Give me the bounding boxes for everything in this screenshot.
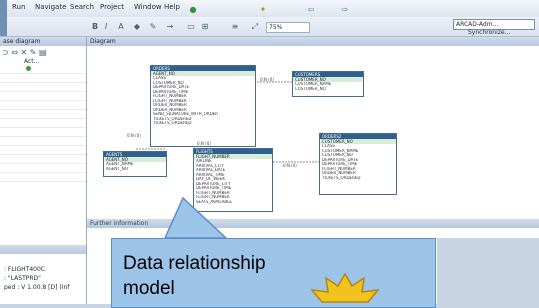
background-strip bbox=[437, 238, 539, 304]
callout-line: model bbox=[123, 278, 175, 299]
starburst-icon bbox=[310, 272, 380, 303]
callout-text: Data relationship model bbox=[123, 251, 266, 301]
callout-line: Data relationship bbox=[123, 253, 266, 274]
